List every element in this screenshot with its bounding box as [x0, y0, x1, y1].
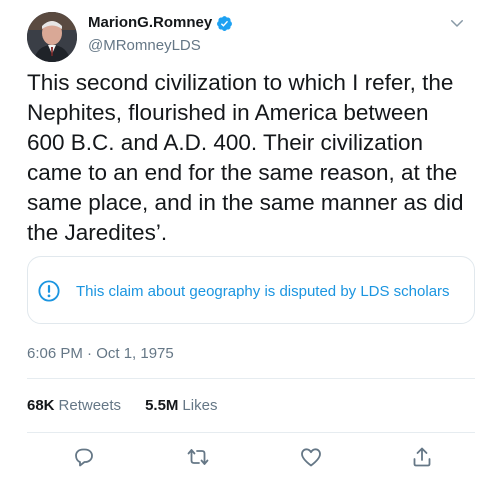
- retweet-icon[interactable]: [186, 445, 210, 469]
- verified-badge-icon: [216, 15, 233, 32]
- divider: [27, 432, 475, 433]
- divider: [27, 378, 475, 379]
- chevron-down-icon[interactable]: [448, 14, 466, 32]
- author-info: MarionG.Romney @MRomneyLDS: [88, 14, 233, 55]
- reply-icon[interactable]: [72, 445, 96, 469]
- retweets-stat[interactable]: 68K Retweets: [27, 397, 121, 414]
- likes-count: 5.5M: [145, 397, 179, 414]
- info-exclamation-icon: [38, 280, 60, 302]
- disputed-claim-notice[interactable]: This claim about geography is disputed b…: [27, 256, 475, 324]
- retweets-count: 68K: [27, 397, 55, 414]
- notice-text: This claim about geography is disputed b…: [76, 283, 450, 300]
- likes-label: Likes: [182, 397, 218, 414]
- like-icon[interactable]: [299, 445, 323, 469]
- tweet-timestamp[interactable]: 6:06 PM · Oct 1, 1975: [27, 345, 174, 362]
- avatar[interactable]: [27, 12, 77, 62]
- tweet-text: This second civilization to which I refe…: [27, 70, 464, 245]
- share-icon[interactable]: [410, 445, 434, 469]
- engagement-stats: 68K Retweets 5.5M Likes: [27, 397, 241, 414]
- author-display-name[interactable]: MarionG.Romney: [88, 14, 212, 32]
- author-handle[interactable]: @MRomneyLDS: [88, 37, 233, 55]
- likes-stat[interactable]: 5.5M Likes: [145, 397, 217, 414]
- retweets-label: Retweets: [58, 397, 122, 414]
